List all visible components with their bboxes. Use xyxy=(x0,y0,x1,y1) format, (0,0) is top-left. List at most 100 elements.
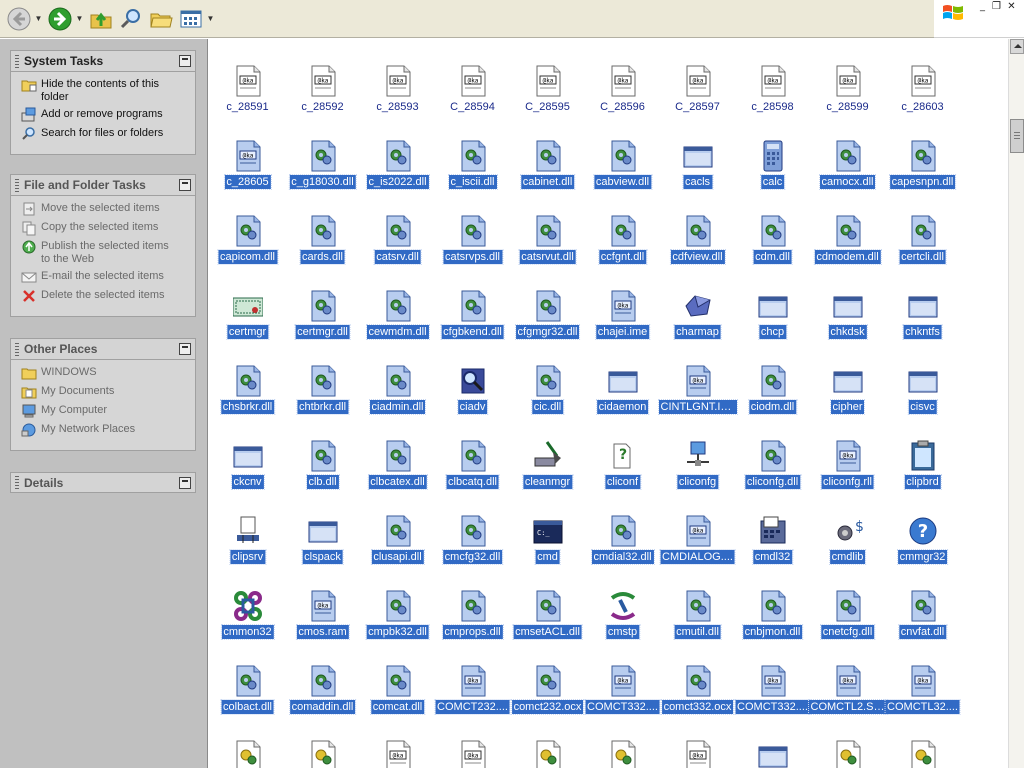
file-item[interactable]: c_g18030.dll xyxy=(285,140,360,192)
file-item[interactable] xyxy=(285,740,360,768)
file-item[interactable]: cipher xyxy=(810,365,885,417)
back-dropdown-icon[interactable]: ▼ xyxy=(34,14,43,23)
folders-button[interactable] xyxy=(148,5,174,33)
file-item[interactable]: cdfview.dll xyxy=(660,215,735,267)
file-item[interactable]: $ cmdlib xyxy=(810,515,885,567)
place-network[interactable]: My Network Places xyxy=(21,423,189,438)
task-delete-items[interactable]: Delete the selected items xyxy=(21,289,189,304)
file-item[interactable]: certmgr xyxy=(210,290,285,342)
file-item[interactable]: ccfgnt.dll xyxy=(585,215,660,267)
file-item[interactable]: chsbrkr.dll xyxy=(210,365,285,417)
file-item[interactable]: @ka CMDIALOG.... xyxy=(659,515,736,567)
file-item[interactable]: @ka C_28597 xyxy=(660,65,735,117)
file-item[interactable]: cabview.dll xyxy=(585,140,660,192)
task-copy-items[interactable]: Copy the selected items xyxy=(21,221,189,236)
task-email-items[interactable]: E-mail the selected items xyxy=(21,270,189,285)
file-item[interactable]: cmprops.dll xyxy=(435,590,510,642)
file-item[interactable]: cfgbkend.dll xyxy=(435,290,510,342)
file-item[interactable]: comaddin.dll xyxy=(285,665,360,717)
file-item[interactable]: capicom.dll xyxy=(210,215,285,267)
file-item[interactable]: cmutil.dll xyxy=(660,590,735,642)
file-item[interactable]: @ka COMCT232.... xyxy=(434,665,511,717)
restore-button[interactable]: ❐ xyxy=(990,1,1003,13)
file-item[interactable]: @ka CINTLGNT.IME xyxy=(657,365,738,417)
file-item[interactable] xyxy=(510,740,585,768)
file-item[interactable]: ciadv xyxy=(435,365,510,417)
collapse-icon[interactable] xyxy=(179,343,191,355)
file-item[interactable]: clipbrd xyxy=(885,440,960,492)
close-button[interactable]: ✕ xyxy=(1005,1,1018,13)
collapse-icon[interactable] xyxy=(179,477,191,489)
forward-button[interactable]: ▼ xyxy=(47,5,84,33)
file-item[interactable]: cfgmgr32.dll xyxy=(510,290,585,342)
file-item[interactable]: ckcnv xyxy=(210,440,285,492)
place-windows[interactable]: WINDOWS xyxy=(21,366,189,381)
file-item[interactable]: capesnpn.dll xyxy=(885,140,960,192)
file-item[interactable]: C:_ cmd xyxy=(510,515,585,567)
task-add-remove-programs[interactable]: Add or remove programs xyxy=(21,107,189,123)
file-item[interactable]: catsrvut.dll xyxy=(510,215,585,267)
scroll-thumb[interactable] xyxy=(1010,119,1024,153)
file-item[interactable]: comct332.ocx xyxy=(660,665,735,717)
file-item[interactable] xyxy=(210,740,285,768)
file-item[interactable]: cic.dll xyxy=(510,365,585,417)
file-item[interactable]: cewmdm.dll xyxy=(360,290,435,342)
file-item[interactable]: clipsrv xyxy=(210,515,285,567)
file-item[interactable]: cliconfg.dll xyxy=(735,440,810,492)
file-item[interactable]: cacls xyxy=(660,140,735,192)
file-item[interactable]: @ka chajei.ime xyxy=(585,290,660,342)
file-item[interactable]: @ka COMCTL2.SRG xyxy=(807,665,888,717)
minimize-button[interactable]: _ xyxy=(976,1,989,13)
file-item[interactable] xyxy=(810,740,885,768)
file-item[interactable]: @ka C_28594 xyxy=(435,65,510,117)
file-item[interactable]: cmdial32.dll xyxy=(585,515,660,567)
file-item[interactable]: chtbrkr.dll xyxy=(285,365,360,417)
file-item[interactable]: cdm.dll xyxy=(735,215,810,267)
file-item[interactable]: @ka c_28598 xyxy=(735,65,810,117)
file-item[interactable]: catsrv.dll xyxy=(360,215,435,267)
file-item[interactable]: clb.dll xyxy=(285,440,360,492)
file-item[interactable]: cnvfat.dll xyxy=(885,590,960,642)
file-item[interactable]: clusapi.dll xyxy=(360,515,435,567)
place-my-documents[interactable]: My Documents xyxy=(21,385,189,400)
file-item[interactable]: chkdsk xyxy=(810,290,885,342)
details-header[interactable]: Details xyxy=(10,472,196,493)
back-button[interactable]: ▼ xyxy=(6,5,43,33)
task-publish-web[interactable]: Publish the selected items to the Web xyxy=(21,240,189,266)
file-item[interactable]: cliconfg xyxy=(660,440,735,492)
file-item[interactable]: cmmon32 xyxy=(210,590,285,642)
file-item[interactable]: @ka xyxy=(660,740,735,768)
file-item[interactable]: catsrvps.dll xyxy=(435,215,510,267)
file-item[interactable]: @ka c_28605 xyxy=(210,140,285,192)
file-item[interactable]: camocx.dll xyxy=(810,140,885,192)
file-item[interactable]: cabinet.dll xyxy=(510,140,585,192)
task-search-files[interactable]: Search for files or folders xyxy=(21,127,189,142)
file-item[interactable]: c_is2022.dll xyxy=(360,140,435,192)
place-my-computer[interactable]: My Computer xyxy=(21,404,189,419)
file-item[interactable]: @ka COMCT332.... xyxy=(584,665,661,717)
forward-dropdown-icon[interactable]: ▼ xyxy=(75,14,84,23)
file-item[interactable]: clspack xyxy=(285,515,360,567)
file-item[interactable]: chcp xyxy=(735,290,810,342)
file-item[interactable]: comct232.ocx xyxy=(510,665,585,717)
vertical-scrollbar[interactable] xyxy=(1008,39,1024,768)
file-item[interactable]: cards.dll xyxy=(285,215,360,267)
task-move-items[interactable]: Move the selected items xyxy=(21,202,189,217)
file-item[interactable]: @ka c_28603 xyxy=(885,65,960,117)
file-item[interactable]: @ka c_28599 xyxy=(810,65,885,117)
file-item[interactable]: calc xyxy=(735,140,810,192)
file-item[interactable]: cmsetACL.dll xyxy=(510,590,585,642)
system-tasks-header[interactable]: System Tasks xyxy=(10,50,196,71)
file-item[interactable]: cmpbk32.dll xyxy=(360,590,435,642)
file-item[interactable]: @ka C_28596 xyxy=(585,65,660,117)
file-item[interactable]: ciadmin.dll xyxy=(360,365,435,417)
file-item[interactable]: charmap xyxy=(660,290,735,342)
file-item[interactable]: certmgr.dll xyxy=(285,290,360,342)
collapse-icon[interactable] xyxy=(179,55,191,67)
file-item[interactable] xyxy=(585,740,660,768)
file-item[interactable]: ? cliconf xyxy=(585,440,660,492)
file-item[interactable]: @ka C_28595 xyxy=(510,65,585,117)
views-button[interactable]: ▼ xyxy=(178,5,215,33)
file-item[interactable]: cmstp xyxy=(585,590,660,642)
file-item[interactable]: cleanmgr xyxy=(510,440,585,492)
